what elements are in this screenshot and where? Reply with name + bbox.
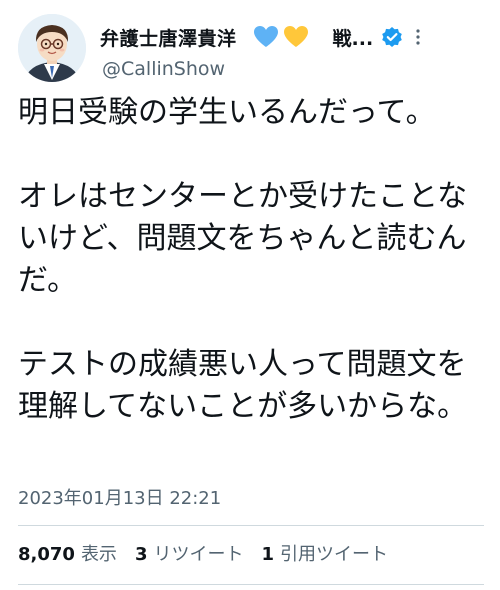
views-stat[interactable]: 8,070 表示	[18, 540, 117, 566]
tweet-stats: 8,070 表示 3 リツイート 1 引用ツイート	[18, 540, 406, 566]
divider	[18, 584, 484, 585]
more-options-icon[interactable]	[415, 27, 421, 47]
views-label: 表示	[80, 544, 117, 565]
quotes-label: 引用ツイート	[280, 544, 388, 565]
avatar-illustration	[18, 14, 86, 82]
blue-heart-icon	[253, 26, 278, 47]
verified-badge-icon	[381, 26, 403, 48]
avatar[interactable]	[18, 14, 86, 82]
tweet-text: 明日受験の学生いるんだって。 オレはセンターとか受けたことないけど、問題文をちゃ…	[18, 95, 468, 424]
name-emoji-group	[253, 25, 309, 49]
author-display-name[interactable]: 弁護士唐澤貴洋	[100, 24, 237, 51]
yellow-heart-icon	[283, 26, 308, 47]
retweets-label: リツイート	[153, 544, 244, 565]
quotes-stat[interactable]: 1 引用ツイート	[261, 540, 388, 566]
retweets-stat[interactable]: 3 リツイート	[135, 540, 244, 566]
author-name-row: 弁護士唐澤貴洋 戦...	[100, 22, 490, 52]
tweet-timestamp[interactable]: 2023年01月13日 22:21	[18, 484, 221, 510]
views-count: 8,070	[18, 544, 75, 565]
quotes-count: 1	[261, 544, 274, 565]
author-handle[interactable]: @CallinShow	[102, 58, 225, 80]
retweets-count: 3	[134, 544, 148, 565]
divider	[18, 525, 484, 526]
author-name-truncated[interactable]: 戦...	[333, 24, 374, 51]
